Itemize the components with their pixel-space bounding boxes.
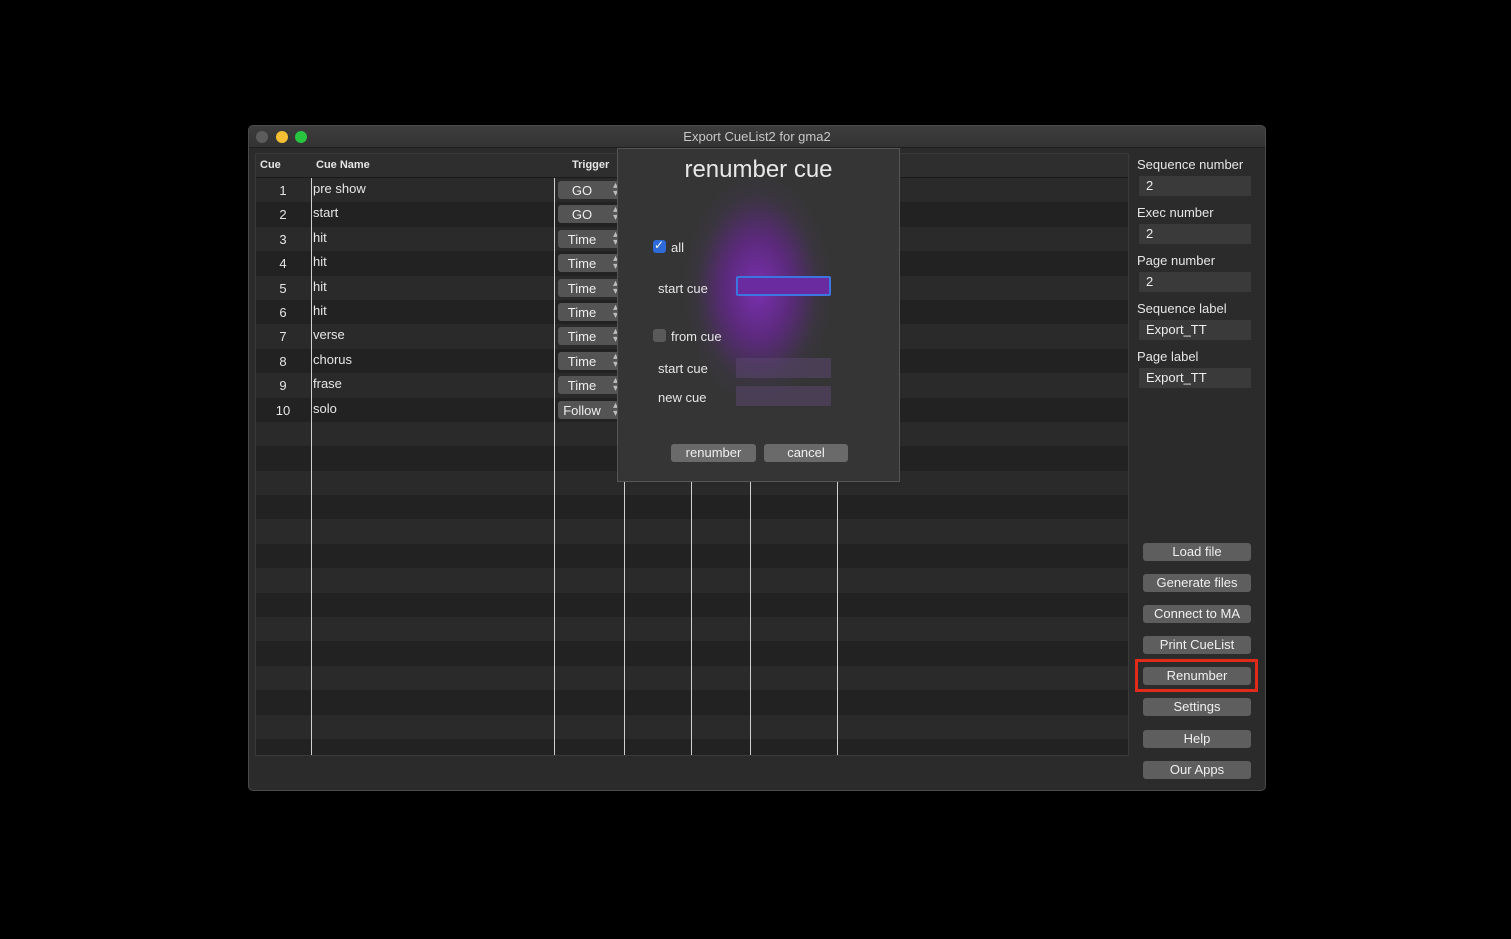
- cue-number-cell: 6: [279, 304, 287, 320]
- renumber-highlight-box: [1135, 659, 1258, 692]
- page-number-label: Page number: [1137, 253, 1216, 268]
- cue-name-cell[interactable]: hit: [313, 279, 327, 294]
- cue-number-cell: 2: [279, 207, 287, 223]
- table-row[interactable]: [256, 738, 1128, 755]
- trigger-select-value: GO: [571, 207, 593, 223]
- trigger-select-value: Time: [567, 280, 597, 296]
- cue-number-cell: 8: [279, 353, 287, 369]
- help-button[interactable]: Help: [1143, 730, 1251, 748]
- page-label-field[interactable]: Export_TT: [1139, 368, 1251, 388]
- trigger-select-value: Time: [567, 329, 597, 345]
- table-row[interactable]: [256, 543, 1128, 569]
- page-number-field[interactable]: 2: [1139, 272, 1251, 292]
- trigger-select[interactable]: Time ▴ ▾: [558, 376, 620, 395]
- start-cue-input[interactable]: [736, 276, 831, 296]
- cue-name-cell[interactable]: chorus: [313, 352, 352, 367]
- cue-number-cell: 7: [279, 329, 287, 345]
- table-row[interactable]: [256, 495, 1128, 520]
- renumber-cue-dialog: renumber cue all start cue from cue star…: [617, 148, 900, 482]
- table-row[interactable]: [256, 568, 1128, 593]
- load-file-button[interactable]: Load file: [1143, 543, 1251, 561]
- cue-name-cell[interactable]: solo: [313, 401, 337, 416]
- trigger-select[interactable]: Time ▴ ▾: [558, 254, 620, 273]
- column-divider: [554, 178, 555, 755]
- trigger-select[interactable]: Follow ▴ ▾: [558, 400, 620, 419]
- cue-number-cell: 3: [279, 231, 287, 247]
- trigger-select-value: Time: [567, 378, 597, 394]
- cue-number-cell: 10: [275, 402, 291, 418]
- all-checkbox[interactable]: [653, 238, 666, 253]
- exec-number-field[interactable]: 2: [1139, 224, 1251, 244]
- table-row[interactable]: [256, 617, 1128, 642]
- table-row[interactable]: [256, 519, 1128, 544]
- table-row[interactable]: [256, 665, 1128, 691]
- from-cue-checkbox-label: from cue: [671, 329, 722, 344]
- page-label-label: Page label: [1137, 349, 1199, 364]
- trigger-select-value: Follow: [563, 402, 601, 418]
- print-cuelist-button[interactable]: Print CueList: [1143, 636, 1251, 654]
- trigger-select-value: Time: [567, 256, 597, 272]
- dialog-renumber-button[interactable]: renumber: [671, 444, 756, 462]
- sequence-number-field[interactable]: 2: [1139, 176, 1251, 196]
- generate-files-button[interactable]: Generate files: [1143, 574, 1251, 592]
- trigger-select[interactable]: GO ▴ ▾: [558, 181, 620, 199]
- sequence-number-label: Sequence number: [1137, 157, 1244, 172]
- trigger-select-value: Time: [567, 304, 597, 320]
- table-row[interactable]: [256, 714, 1128, 739]
- trigger-select[interactable]: Time ▴ ▾: [558, 351, 620, 370]
- cue-name-cell[interactable]: frase: [313, 376, 342, 391]
- trigger-select-value: GO: [571, 183, 593, 198]
- cue-name-cell[interactable]: hit: [313, 254, 327, 269]
- trigger-select[interactable]: Time ▴ ▾: [558, 229, 620, 248]
- column-header-cue-name[interactable]: Cue Name: [316, 159, 370, 171]
- from-start-cue-input[interactable]: [736, 358, 831, 378]
- settings-button[interactable]: Settings: [1143, 698, 1251, 716]
- trigger-select-value: Time: [567, 353, 597, 369]
- table-row[interactable]: [256, 690, 1128, 715]
- sequence-label-label: Sequence label: [1137, 301, 1227, 316]
- our-apps-button[interactable]: Our Apps: [1143, 761, 1251, 779]
- cue-number-cell: 4: [279, 256, 287, 272]
- column-divider: [311, 178, 312, 755]
- exec-number-label: Exec number: [1137, 205, 1214, 220]
- cue-number-cell: 9: [279, 378, 287, 394]
- sequence-label-field[interactable]: Export_TT: [1139, 320, 1251, 340]
- cue-name-cell[interactable]: verse: [313, 327, 345, 342]
- new-cue-input[interactable]: [736, 386, 831, 406]
- from-cue-checkbox[interactable]: [653, 329, 666, 342]
- cue-number-cell: 1: [279, 183, 287, 198]
- trigger-select[interactable]: GO ▴ ▾: [558, 205, 620, 224]
- app-window: Export CueList2 for gma2 Cue Cue Name Tr…: [248, 125, 1266, 791]
- table-row[interactable]: [256, 592, 1128, 618]
- dialog-cancel-button[interactable]: cancel: [764, 444, 848, 462]
- trigger-select[interactable]: Time ▴ ▾: [558, 278, 620, 297]
- trigger-select-value: Time: [567, 231, 597, 247]
- cue-name-cell[interactable]: start: [313, 205, 338, 220]
- cue-name-cell[interactable]: hit: [313, 303, 327, 318]
- column-header-trigger[interactable]: Trigger: [572, 159, 609, 171]
- title-bar: Export CueList2 for gma2: [249, 126, 1265, 148]
- all-checkbox-label: all: [671, 240, 685, 255]
- cue-name-cell[interactable]: hit: [313, 230, 327, 245]
- dialog-title: renumber cue: [684, 156, 833, 183]
- window-title: Export CueList2 for gma2: [683, 129, 831, 144]
- trigger-select[interactable]: Time ▴ ▾: [558, 302, 620, 321]
- connect-to-ma-button[interactable]: Connect to MA: [1143, 605, 1251, 623]
- start-cue-label: start cue: [658, 281, 708, 296]
- from-start-cue-label: start cue: [658, 361, 708, 376]
- cue-name-cell[interactable]: pre show: [313, 181, 366, 196]
- new-cue-label: new cue: [658, 390, 707, 405]
- table-row[interactable]: [256, 641, 1128, 666]
- trigger-select[interactable]: Time ▴ ▾: [558, 327, 620, 346]
- cue-number-cell: 5: [279, 280, 287, 296]
- column-header-cue[interactable]: Cue: [260, 159, 281, 171]
